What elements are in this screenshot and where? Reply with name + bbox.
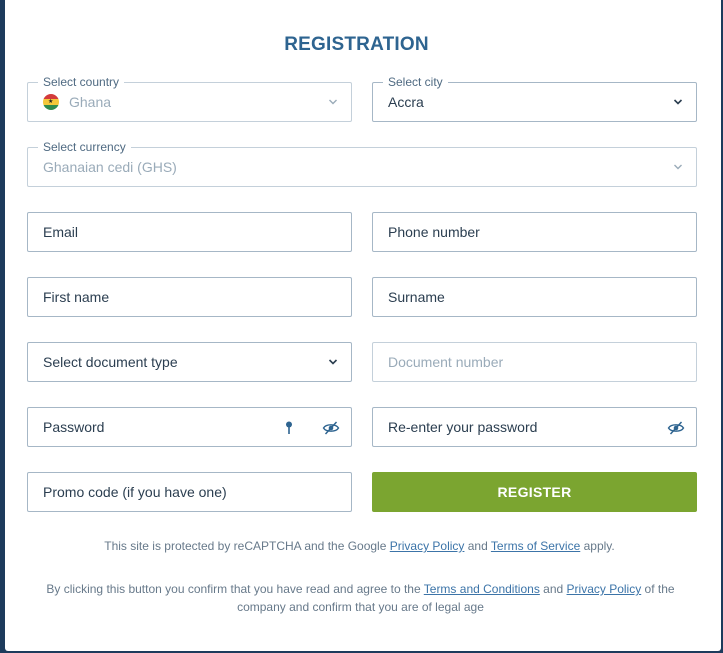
chevron-down-icon [674,164,682,170]
city-select-value: Accra [388,94,424,110]
country-select-value: Ghana [69,94,112,110]
consent-privacy-policy-link[interactable]: Privacy Policy [567,582,642,596]
chevron-down-icon [673,99,683,105]
phone-number-field-placeholder: Phone number [388,224,480,240]
surname-field-placeholder: Surname [388,289,445,305]
chevron-down-icon [329,99,337,105]
consent-notice-suffix: of the [641,582,675,596]
recaptcha-privacy-policy-link[interactable]: Privacy Policy [390,539,465,553]
consent-notice: By clicking this button you confirm that… [0,580,722,616]
repeat-password-field-placeholder: Re-enter your password [388,419,538,435]
consent-notice-prefix: By clicking this button you confirm that… [46,582,424,596]
recaptcha-terms-of-service-link[interactable]: Terms of Service [491,539,580,553]
register-button[interactable]: REGISTER [372,472,697,512]
page-title: REGISTRATION [284,34,429,55]
promo-code-field-placeholder: Promo code (if you have one) [43,484,227,500]
recaptcha-notice-prefix: This site is protected by reCAPTCHA and … [104,539,390,553]
surname-field[interactable]: Surname [372,277,697,317]
email-field-placeholder: Email [43,224,79,240]
key-icon[interactable] [280,419,298,437]
consent-notice-line2: company and confirm that you are of lega… [237,600,484,614]
recaptcha-notice: This site is protected by reCAPTCHA and … [0,537,721,555]
promo-code-field[interactable]: Promo code (if you have one) [27,472,352,512]
currency-select[interactable]: Select currency Ghanaian cedi (GHS) [27,139,697,187]
password-field[interactable]: Password [27,407,352,447]
document-type-select-value: Select document type [43,354,178,370]
eye-off-icon[interactable] [667,419,685,437]
first-name-field-placeholder: First name [43,289,110,305]
chevron-down-icon [328,359,338,365]
country-select[interactable]: Select country ★ Ghana [27,74,352,122]
recaptcha-notice-suffix: apply. [580,539,615,553]
repeat-password-field[interactable]: Re-enter your password [372,407,697,447]
eye-off-icon[interactable] [322,419,340,437]
city-select[interactable]: Select city Accra [372,74,697,122]
currency-select-value: Ghanaian cedi (GHS) [43,159,177,175]
password-field-placeholder: Password [43,419,105,435]
recaptcha-notice-middle: and [464,539,491,553]
first-name-field[interactable]: First name [27,277,352,317]
ghana-flag-icon: ★ [43,94,59,110]
terms-and-conditions-link[interactable]: Terms and Conditions [424,582,540,596]
document-number-field[interactable]: Document number [372,342,697,382]
email-field[interactable]: Email [27,212,352,252]
phone-number-field[interactable]: Phone number [372,212,697,252]
consent-notice-middle: and [539,582,567,596]
document-number-field-placeholder: Document number [388,354,504,370]
document-type-select[interactable]: Select document type [27,342,352,382]
